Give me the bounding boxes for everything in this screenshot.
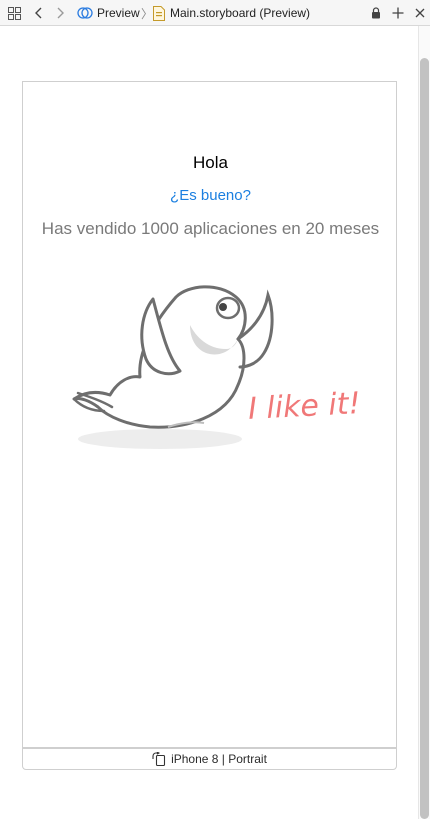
rotate-device-icon[interactable] (152, 752, 166, 766)
breadcrumb-label: Main.storyboard (Preview) (170, 6, 311, 20)
breadcrumb-preview[interactable]: Preview (77, 0, 140, 26)
illustration-caption: I like it! (247, 386, 362, 427)
grid-icon[interactable] (8, 0, 21, 26)
device-config-bar[interactable]: iPhone 8 | Portrait (22, 748, 397, 770)
add-icon[interactable] (392, 0, 404, 26)
breadcrumb-storyboard[interactable]: Main.storyboard (Preview) (153, 0, 310, 26)
lock-icon[interactable] (371, 0, 381, 26)
scrollbar-thumb[interactable] (420, 58, 429, 819)
breadcrumb-label: Preview (97, 6, 140, 20)
device-screen: Hola ¿Es bueno? Has vendido 1000 aplicac… (22, 81, 397, 748)
bird-illustration: I like it! (68, 277, 368, 462)
device-label: iPhone 8 | Portrait (171, 752, 267, 766)
jump-bar: Preview 〉 Main.storyboard (Preview) (0, 0, 430, 26)
back-chevron-icon[interactable] (34, 0, 42, 26)
storyboard-file-icon (153, 5, 165, 21)
question-link-button[interactable]: ¿Es bueno? (23, 187, 398, 204)
forward-chevron-icon[interactable] (57, 0, 65, 26)
close-icon[interactable] (415, 0, 425, 26)
bird-icon (72, 285, 274, 449)
breadcrumb-separator: 〉 (141, 7, 154, 21)
sales-label: Has vendido 1000 aplicaciones en 20 mese… (41, 219, 380, 238)
greeting-label: Hola (193, 153, 228, 172)
preview-icon (77, 6, 93, 20)
